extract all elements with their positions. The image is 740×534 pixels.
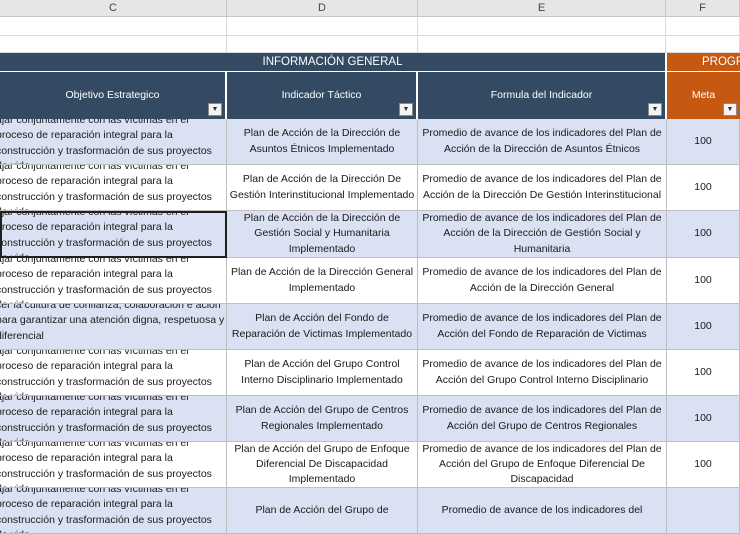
cell-objetivo[interactable]: ajar conjuntamente con las víctimas en e…	[0, 350, 227, 396]
cell-objetivo-text: ajar conjuntamente con las víctimas en e…	[0, 165, 212, 210]
cell-objetivo-text: ajar conjuntamente con las víctimas en e…	[0, 350, 212, 395]
cell-objetivo[interactable]: cer la cultura de confianza, colaboració…	[0, 304, 227, 350]
cell-objetivo[interactable]: ajar conjuntamente con las víctimas en e…	[0, 119, 227, 165]
cell-objetivo-text: ajar conjuntamente con las víctimas en e…	[0, 442, 212, 487]
cell-objetivo-text: ajar conjuntamente con las víctimas en e…	[0, 258, 212, 303]
cell-formula-text: Promedio de avance de los indicadores de…	[422, 127, 662, 155]
header-formula-label: Formula del Indicador	[490, 89, 593, 101]
header-objetivo-label: Objetivo Estrategico	[65, 89, 160, 101]
column-header-d[interactable]: D	[227, 0, 418, 17]
cell-formula-text: Promedio de avance de los indicadores de…	[422, 212, 662, 255]
column-header-f[interactable]: F	[666, 0, 740, 17]
cell-formula-text: Promedio de avance de los indicadores de…	[422, 173, 662, 201]
empty-cell[interactable]	[0, 17, 227, 36]
cell-indicador-text: Plan de Acción del Grupo de Centros Regi…	[235, 404, 409, 432]
cell-formula[interactable]: Promedio de avance de los indicadores de…	[418, 119, 667, 165]
header-meta[interactable]: Meta ▼	[667, 72, 740, 119]
cell-indicador[interactable]: Plan de Acción del Grupo de	[227, 488, 418, 534]
cell-objetivo-text: ajar conjuntamente con las víctimas en e…	[0, 211, 212, 258]
empty-cell[interactable]	[666, 17, 740, 36]
cell-formula[interactable]: Promedio de avance de los indicadores de…	[418, 488, 667, 534]
cell-formula-text: Promedio de avance de los indicadores de…	[422, 442, 662, 486]
cell-meta[interactable]: 100	[667, 442, 740, 488]
cell-meta[interactable]: 100	[667, 396, 740, 442]
empty-cell[interactable]	[418, 36, 666, 53]
cell-objetivo-text: ajar conjuntamente con las víctimas en e…	[0, 396, 212, 441]
cell-meta-text: 100	[694, 365, 712, 378]
cell-formula-text: Promedio de avance de los indicadores de…	[422, 312, 662, 340]
cell-indicador[interactable]: Plan de Acción del Fondo de Reparación d…	[227, 304, 418, 350]
cell-indicador[interactable]: Plan de Acción de la Dirección de Gestió…	[227, 211, 418, 258]
cell-indicador-text: Plan de Acción de la Dirección de Gestió…	[243, 212, 401, 255]
header-formula[interactable]: Formula del Indicador ▼	[418, 72, 667, 119]
empty-cell[interactable]	[227, 17, 418, 36]
cell-meta[interactable]: 100	[667, 304, 740, 350]
empty-cell[interactable]	[418, 17, 666, 36]
cell-objetivo-text: ajar conjuntamente con las víctimas en e…	[0, 119, 212, 164]
cell-indicador-text: Plan de Acción del Grupo de Enfoque Dife…	[234, 442, 410, 486]
header-meta-label: Meta	[691, 89, 716, 101]
cell-objetivo[interactable]: ajar conjuntamente con las víctimas en e…	[0, 488, 227, 534]
cell-formula-text: Promedio de avance de los indicadores de…	[441, 503, 643, 516]
cell-formula[interactable]: Promedio de avance de los indicadores de…	[418, 165, 667, 211]
cell-meta[interactable]: 100	[667, 165, 740, 211]
column-header-e[interactable]: E	[418, 0, 666, 17]
cell-indicador[interactable]: Plan de Acción de la Dirección De Gestió…	[227, 165, 418, 211]
cell-indicador[interactable]: Plan de Acción de la Dirección General I…	[227, 258, 418, 304]
filter-dropdown-icon[interactable]: ▼	[648, 103, 662, 116]
banner-programacion[interactable]: PROGR	[667, 53, 740, 71]
cell-meta-text: 100	[694, 134, 712, 147]
filter-dropdown-icon[interactable]: ▼	[208, 103, 222, 116]
cell-meta[interactable]: 100	[667, 119, 740, 165]
cell-indicador-text: Plan de Acción del Grupo Control Interno…	[241, 358, 403, 386]
empty-cell[interactable]	[0, 36, 227, 53]
cell-meta-text: 100	[694, 457, 712, 470]
cell-objetivo-text: ajar conjuntamente con las víctimas en e…	[0, 488, 212, 533]
cell-indicador[interactable]: Plan de Acción del Grupo de Centros Regi…	[227, 396, 418, 442]
cell-formula[interactable]: Promedio de avance de los indicadores de…	[418, 442, 667, 488]
cell-meta[interactable]: 100	[667, 211, 740, 258]
empty-cell[interactable]	[227, 36, 418, 53]
cell-objetivo[interactable]: ajar conjuntamente con las víctimas en e…	[0, 165, 227, 211]
header-objetivo[interactable]: Objetivo Estrategico ▼	[0, 72, 227, 119]
cell-indicador-text: Plan de Acción del Grupo de	[255, 503, 389, 516]
cell-objetivo[interactable]: ajar conjuntamente con las víctimas en e…	[0, 211, 227, 258]
filter-dropdown-icon[interactable]: ▼	[399, 103, 413, 116]
cell-formula-text: Promedio de avance de los indicadores de…	[422, 266, 662, 294]
cell-objetivo[interactable]: ajar conjuntamente con las víctimas en e…	[0, 396, 227, 442]
cell-meta[interactable]: 100	[667, 350, 740, 396]
cell-meta[interactable]: 100	[667, 258, 740, 304]
cell-indicador[interactable]: Plan de Acción de la Dirección de Asunto…	[227, 119, 418, 165]
cell-indicador[interactable]: Plan de Acción del Grupo de Enfoque Dife…	[227, 442, 418, 488]
filter-dropdown-icon[interactable]: ▼	[723, 103, 737, 116]
header-indicador[interactable]: Indicador Táctico ▼	[227, 72, 418, 119]
header-indicador-label: Indicador Táctico	[281, 89, 362, 101]
cell-meta-text: 100	[694, 180, 712, 193]
banner-informacion-general[interactable]: INFORMACIÓN GENERAL	[0, 53, 665, 71]
cell-formula[interactable]: Promedio de avance de los indicadores de…	[418, 211, 667, 258]
cell-formula-text: Promedio de avance de los indicadores de…	[422, 404, 662, 432]
cell-objetivo-text: cer la cultura de confianza, colaboració…	[0, 304, 225, 342]
cell-meta[interactable]	[667, 488, 740, 534]
cell-meta-text: 100	[694, 227, 712, 240]
cell-indicador-text: Plan de Acción de la Dirección General I…	[230, 266, 414, 294]
cell-formula[interactable]: Promedio de avance de los indicadores de…	[418, 350, 667, 396]
cell-indicador-text: Plan de Acción del Fondo de Reparación d…	[231, 312, 413, 340]
cell-formula[interactable]: Promedio de avance de los indicadores de…	[418, 304, 667, 350]
cell-formula-text: Promedio de avance de los indicadores de…	[422, 358, 662, 386]
cell-formula[interactable]: Promedio de avance de los indicadores de…	[418, 258, 667, 304]
empty-cell[interactable]	[666, 36, 740, 53]
cell-indicador-text: Plan de Acción de la Dirección De Gestió…	[229, 173, 415, 201]
cell-indicador[interactable]: Plan de Acción del Grupo Control Interno…	[227, 350, 418, 396]
cell-objetivo[interactable]: ajar conjuntamente con las víctimas en e…	[0, 442, 227, 488]
cell-indicador-text: Plan de Acción de la Dirección de Asunto…	[243, 127, 401, 155]
cell-meta-text: 100	[694, 319, 712, 332]
column-header-c[interactable]: C	[0, 0, 227, 17]
cell-meta-text: 100	[694, 273, 712, 286]
cell-meta-text: 100	[694, 411, 712, 424]
cell-formula[interactable]: Promedio de avance de los indicadores de…	[418, 396, 667, 442]
cell-objetivo[interactable]: ajar conjuntamente con las víctimas en e…	[0, 258, 227, 304]
